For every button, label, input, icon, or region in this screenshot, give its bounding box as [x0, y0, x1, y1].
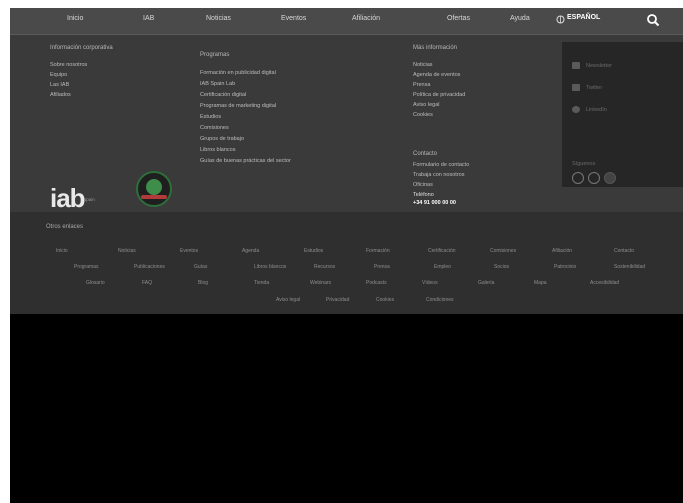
strip-link[interactable]: Aviso legal [276, 297, 300, 303]
social-label: Twitter [586, 84, 603, 91]
strip-link[interactable]: Vídeos [422, 280, 438, 286]
nav-item[interactable]: Ayuda [510, 15, 530, 22]
strip-link[interactable]: Recursos [314, 264, 335, 270]
footer-link[interactable]: Las IAB [50, 82, 69, 88]
strip-link[interactable]: Agenda [242, 248, 259, 254]
follow-label: Síguenos [572, 161, 596, 167]
strip-title: Otros enlaces [46, 224, 84, 230]
social-item[interactable]: LinkedIn [572, 106, 607, 113]
footer-link[interactable]: Certificación digital [200, 92, 246, 98]
strip-link[interactable]: Estudios [304, 248, 323, 254]
footer-link[interactable]: Formulario de contacto [413, 162, 469, 168]
footer-link[interactable]: Aviso legal [413, 102, 440, 108]
strip-link[interactable]: Libros blancos [254, 264, 286, 270]
footer-link[interactable]: Noticias [413, 62, 433, 68]
footer-link[interactable]: Programas de marketing digital [200, 103, 276, 109]
globe-icon[interactable] [556, 14, 565, 25]
strip-link[interactable]: Programas [74, 264, 98, 270]
language-selector[interactable]: ESPAÑOL [567, 14, 600, 21]
mail-icon [572, 62, 580, 69]
column-title: Programas [200, 52, 230, 58]
footer-link[interactable]: Prensa [413, 82, 430, 88]
social-label: Newsletter [586, 62, 612, 69]
footer-link[interactable]: Comisiones [200, 125, 229, 131]
footer-link[interactable]: Política de privacidad [413, 92, 465, 98]
phone-number[interactable]: +34 91 000 00 00 [413, 200, 456, 206]
rss-icon [572, 84, 580, 91]
strip-link[interactable]: Cookies [376, 297, 394, 303]
strip-link[interactable]: Socios [494, 264, 509, 270]
twitter-icon[interactable] [572, 172, 584, 184]
nav-item[interactable]: Inicio [67, 15, 83, 22]
strip-link[interactable]: Prensa [374, 264, 390, 270]
strip-link[interactable]: Empleo [434, 264, 451, 270]
secondary-links-strip: Otros enlaces Inicio Noticias Eventos Agend… [10, 212, 683, 314]
strip-link[interactable]: Tienda [254, 280, 269, 286]
footer-link[interactable]: Formación en publicidad digital [200, 70, 276, 76]
badge-ribbon [141, 195, 167, 199]
strip-link[interactable]: Accesibilidad [590, 280, 619, 286]
top-navigation-bar: Inicio IAB Noticias Eventos Afiliación O… [10, 8, 683, 35]
strip-link[interactable]: Patrocinio [554, 264, 576, 270]
nav-item[interactable]: IAB [143, 15, 154, 22]
phone-label: Teléfono [413, 192, 434, 198]
strip-link[interactable]: Blog [198, 280, 208, 286]
strip-link[interactable]: Guías [194, 264, 207, 270]
column-title: Información corporativa [50, 45, 113, 51]
strip-link[interactable]: Contacto [614, 248, 634, 254]
iab-logo-subtitle: spain [84, 197, 95, 202]
badge-emblem-icon [146, 179, 162, 195]
browser-frame: Inicio IAB Noticias Eventos Afiliación O… [10, 8, 683, 503]
strip-link[interactable]: Afiliación [552, 248, 572, 254]
footer-link[interactable]: Estudios [200, 114, 221, 120]
social-panel: Newsletter Twitter LinkedIn Síguenos [562, 42, 683, 187]
iab-logo[interactable]: iab [50, 183, 86, 214]
footer-link[interactable]: Trabaja con nosotros [413, 172, 464, 178]
column-title: Más información [413, 45, 458, 51]
globe-icon [572, 106, 580, 113]
strip-link[interactable]: Formación [366, 248, 390, 254]
footer-link[interactable]: Guías de buenas prácticas del sector [200, 158, 291, 164]
footer-link[interactable]: Cookies [413, 112, 433, 118]
footer-link[interactable]: Libros blancos [200, 147, 235, 153]
social-item[interactable]: Twitter [572, 84, 602, 91]
strip-link[interactable]: Sostenibilidad [614, 264, 645, 270]
search-icon[interactable] [646, 13, 660, 27]
contact-title: Contacto [413, 151, 438, 157]
strip-link[interactable]: Inicio [56, 248, 68, 254]
strip-link[interactable]: Publicaciones [134, 264, 165, 270]
social-label: LinkedIn [586, 106, 607, 113]
strip-link[interactable]: Noticias [118, 248, 136, 254]
nav-item[interactable]: Afiliación [352, 15, 380, 22]
footer-link[interactable]: Grupos de trabajo [200, 136, 244, 142]
footer-link[interactable]: Agenda de eventos [413, 72, 460, 78]
nav-item[interactable]: Eventos [281, 15, 306, 22]
footer-link[interactable]: Oficinas [413, 182, 433, 188]
youtube-icon[interactable] [604, 172, 616, 184]
certification-badge[interactable] [136, 171, 172, 207]
social-item[interactable]: Newsletter [572, 62, 612, 69]
linkedin-icon[interactable] [588, 172, 600, 184]
strip-link[interactable]: Eventos [180, 248, 198, 254]
footer-link[interactable]: IAB Spain Lab [200, 81, 235, 87]
strip-link[interactable]: Condiciones [426, 297, 454, 303]
nav-item[interactable]: Ofertas [447, 15, 470, 22]
footer-link[interactable]: Sobre nosotros [50, 62, 87, 68]
strip-link[interactable]: Galería [478, 280, 494, 286]
strip-link[interactable]: Mapa [534, 280, 547, 286]
strip-link[interactable]: Certificación [428, 248, 456, 254]
strip-link[interactable]: Glosario [86, 280, 105, 286]
strip-link[interactable]: Privacidad [326, 297, 349, 303]
strip-link[interactable]: FAQ [142, 280, 152, 286]
strip-link[interactable]: Webinars [310, 280, 331, 286]
footer-link[interactable]: Afiliados [50, 92, 71, 98]
nav-item[interactable]: Noticias [206, 15, 231, 22]
strip-link[interactable]: Podcasts [366, 280, 387, 286]
footer-link[interactable]: Equipo [50, 72, 67, 78]
strip-link[interactable]: Comisiones [490, 248, 516, 254]
